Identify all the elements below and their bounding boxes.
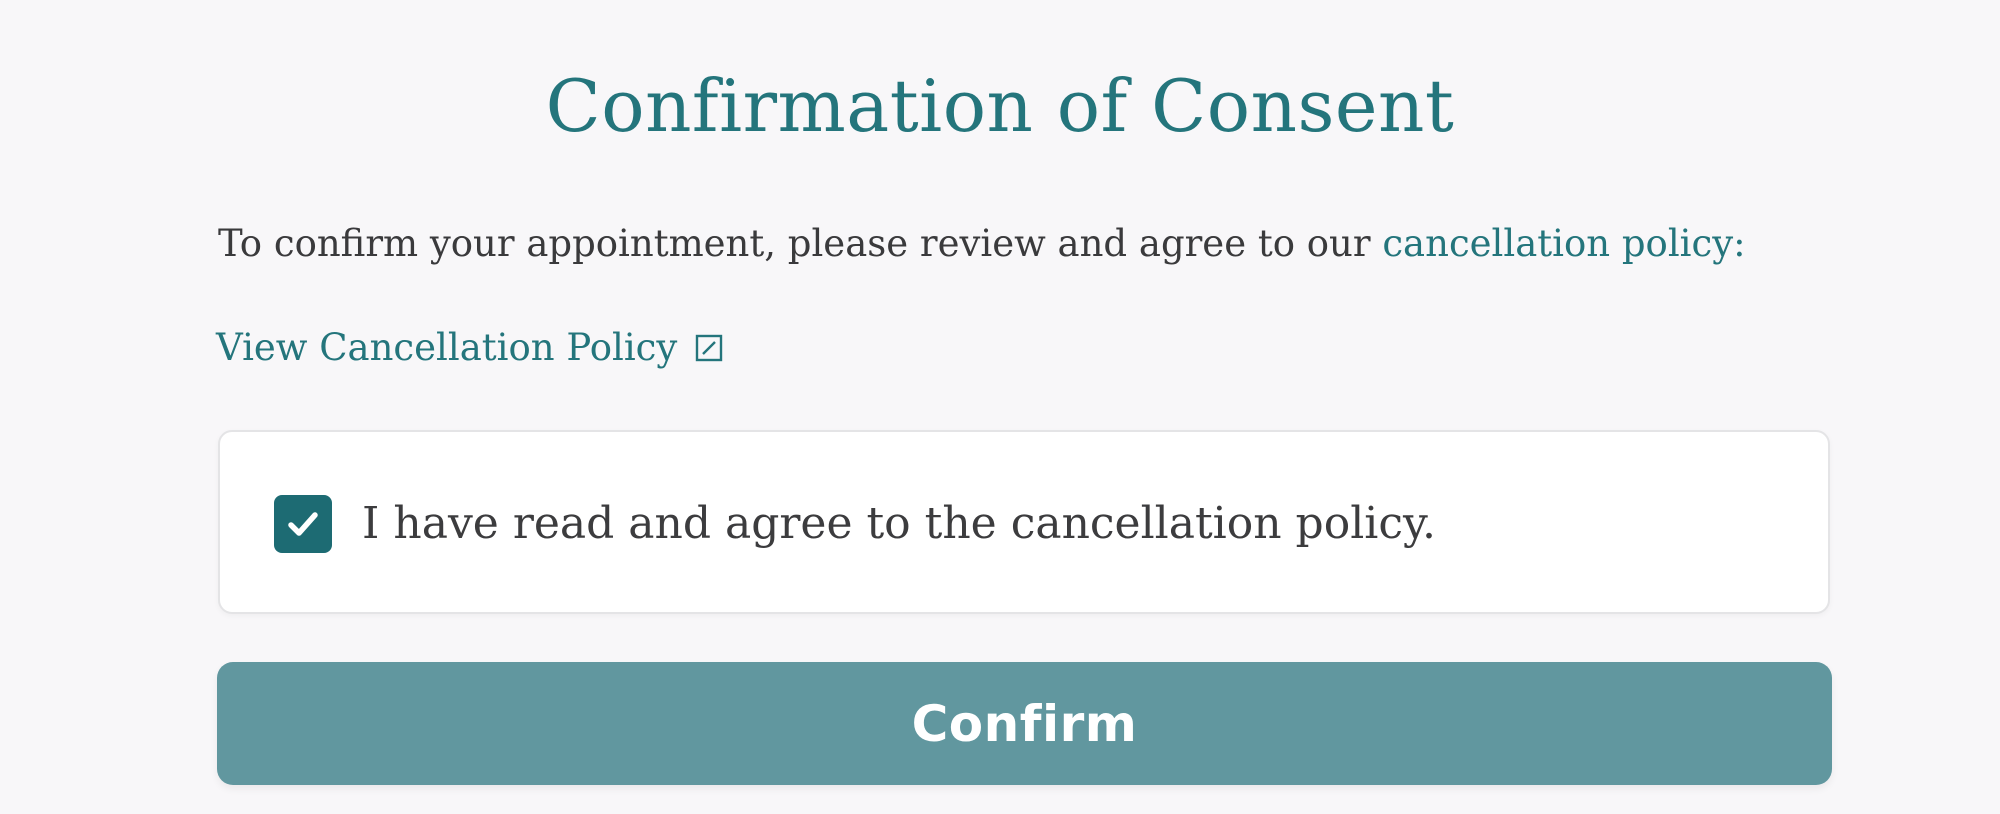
external-link-icon — [695, 322, 723, 362]
intro-text-body: To confirm your appointment, please revi… — [218, 222, 1383, 265]
consent-card: I have read and agree to the cancellatio… — [218, 430, 1830, 614]
confirm-button[interactable]: Confirm — [217, 662, 1832, 785]
intro-text: To confirm your appointment, please revi… — [218, 216, 1838, 272]
checkmark-icon — [288, 512, 318, 536]
cancellation-policy-link[interactable]: cancellation policy: — [1382, 222, 1745, 265]
view-cancellation-policy-link[interactable]: View Cancellation Policy — [216, 320, 723, 376]
view-cancellation-policy-label: View Cancellation Policy — [216, 326, 678, 369]
consent-checkbox[interactable] — [274, 495, 332, 553]
page-title: Confirmation of Consent — [545, 64, 1455, 148]
consent-label[interactable]: I have read and agree to the cancellatio… — [362, 492, 1436, 556]
